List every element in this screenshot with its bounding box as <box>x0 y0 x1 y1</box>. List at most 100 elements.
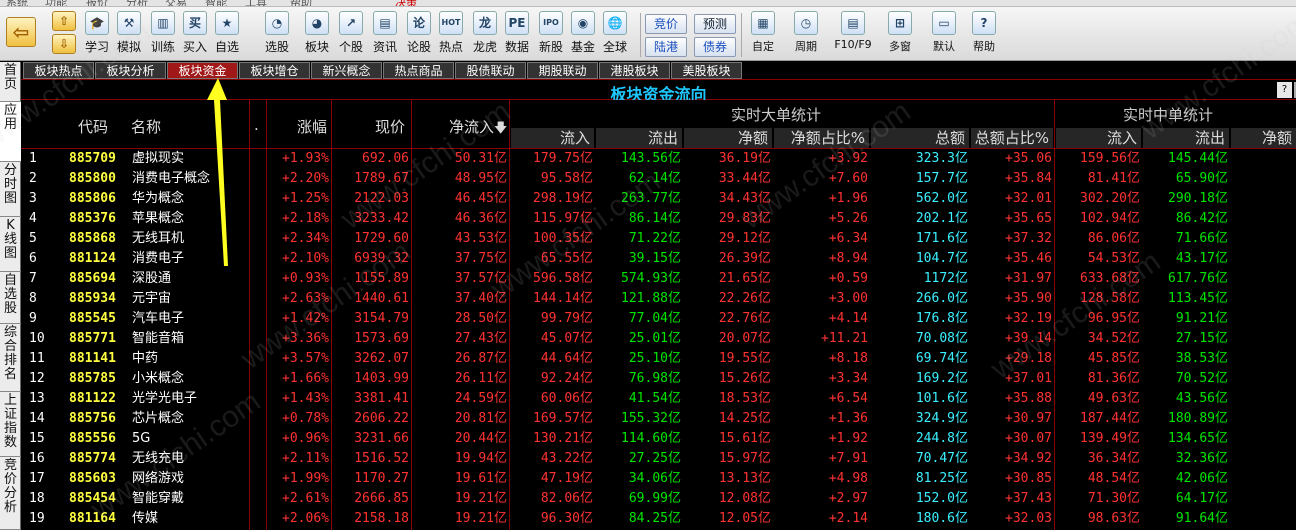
toolbar-ipo-button[interactable]: IPO 新股 <box>536 11 566 59</box>
toolbar-label: 自定 <box>752 40 774 53</box>
big-total: 1172亿 <box>923 271 968 286</box>
tab-3[interactable]: 板块增仓 <box>239 62 310 79</box>
forecast-button[interactable]: 预测 <box>694 14 736 34</box>
bond-button[interactable]: 债券 <box>694 37 736 57</box>
sidebar-item[interactable]: 综合排名 <box>0 324 21 392</box>
down-arrow-icon[interactable]: ⇩ <box>52 34 76 54</box>
subcol-mid-2[interactable]: 净额 <box>1230 128 1296 148</box>
toolbar-forum-button[interactable]: 论论股 <box>404 11 434 59</box>
table-row[interactable]: 10 885771 智能音箱 +3.36% 1573.69 27.43亿 45.07亿 25.… <box>21 329 1296 349</box>
back-button[interactable]: ⇦ <box>4 11 38 59</box>
col-change[interactable]: 涨幅 <box>297 116 327 137</box>
tab-2[interactable]: 板块资金 <box>167 62 238 79</box>
table-row[interactable]: 9 885545 汽车电子 +1.42% 3154.79 28.50亿 99.79亿 77.0… <box>21 309 1296 329</box>
tab-0[interactable]: 板块热点 <box>23 62 94 79</box>
toolbar-fund-button[interactable]: ◉ 基金 <box>568 11 598 59</box>
tab-8[interactable]: 港股板块 <box>599 62 670 79</box>
menu-item[interactable]: 分析 <box>126 0 148 6</box>
toolbar-custom-button[interactable]: ▦ 自定 <box>747 11 779 59</box>
col-net-inflow[interactable]: 净流入🡇 <box>449 116 507 141</box>
subcol-big-1[interactable]: 流出 <box>595 128 682 148</box>
menu-item[interactable]: 交易 <box>165 0 187 6</box>
menu-item[interactable]: 功能 <box>45 0 67 6</box>
menu-item[interactable]: 智能 <box>205 0 227 6</box>
toolbar-globe-button[interactable]: 🌐 全球 <box>600 11 630 59</box>
toolbar-dragon-tiger-button[interactable]: 龙龙虎 <box>470 11 500 59</box>
help-button[interactable]: ? <box>1277 82 1292 98</box>
table-row[interactable]: 18 885454 智能穿戴 +2.61% 2666.85 19.21亿 82.06亿 69.… <box>21 489 1296 509</box>
toolbar-f10-button[interactable]: ▤ F10/F9 <box>833 11 873 59</box>
menu-item[interactable]: 决策 <box>395 0 417 6</box>
table-row[interactable]: 8 885934 元宇宙 +2.63% 1440.61 37.40亿 144.14亿 121.… <box>21 289 1296 309</box>
toolbar-pe-data-button[interactable]: PE 数据 <box>502 11 532 59</box>
table-row[interactable]: 17 885603 网络游戏 +1.99% 1170.27 19.61亿 47.19亿 34.… <box>21 469 1296 489</box>
sidebar-item[interactable]: 竞价分析 <box>0 457 21 530</box>
toolbar-default-layout-button[interactable]: ▭ 默认 <box>928 11 960 59</box>
subcol-big-2[interactable]: 净额 <box>683 128 772 148</box>
sidebar-item[interactable]: K线图 <box>0 217 21 272</box>
table-row[interactable]: 12 885785 小米概念 +1.66% 1403.99 26.11亿 92.24亿 76.… <box>21 369 1296 389</box>
toolbar-buy-button[interactable]: 买买入 <box>180 11 210 59</box>
table-row[interactable]: 16 885774 无线充电 +2.11% 1516.52 19.94亿 43.22亿 27.… <box>21 449 1296 469</box>
toolbar-clock-button[interactable]: ◷ 周期 <box>790 11 822 59</box>
toolbar-screener-button[interactable]: ◔ 选股 <box>262 11 292 59</box>
sidebar-item[interactable]: 应用 <box>0 102 21 162</box>
candlestick-icon: ▥ <box>151 11 175 35</box>
subcol-mid-0[interactable]: 流入 <box>1055 128 1141 148</box>
mid-inflow: 139.49亿 <box>1080 431 1140 446</box>
hk-connect-button[interactable]: 陆港 <box>645 37 687 57</box>
toolbar-candlestick-button[interactable]: ▥ 训练 <box>148 11 178 59</box>
table-row[interactable]: 7 885694 深股通 +0.93% 1155.89 37.57亿 596.58亿 574.… <box>21 269 1296 289</box>
col-price[interactable]: 现价 <box>375 116 405 137</box>
menu-item[interactable]: 帮助 <box>290 0 312 6</box>
subcol-big-4[interactable]: 总额 <box>870 128 969 148</box>
big-inflow: 95.58亿 <box>540 171 593 186</box>
table-row[interactable]: 14 885756 芯片概念 +0.78% 2606.22 20.81亿 169.57亿 15… <box>21 409 1296 429</box>
tab-5[interactable]: 热点商品 <box>383 62 454 79</box>
subcol-mid-1[interactable]: 流出 <box>1142 128 1229 148</box>
auction-button[interactable]: 竞价 <box>645 14 687 34</box>
menu-item[interactable]: 系统 <box>6 0 28 6</box>
table-row[interactable]: 15 885556 5G +0.96% 3231.66 20.44亿 130.21亿 114.… <box>21 429 1296 449</box>
col-name[interactable]: 名称 <box>131 116 161 137</box>
toolbar-news-button[interactable]: ▤ 资讯 <box>370 11 400 59</box>
subcol-big-0[interactable]: 流入 <box>510 128 594 148</box>
sidebar-item[interactable]: 自选股 <box>0 272 21 324</box>
big-total-pct: +35.65 <box>1005 211 1052 226</box>
toolbar-line-chart-button[interactable]: ↗ 个股 <box>336 11 366 59</box>
menu-item[interactable]: 报价 <box>86 0 108 6</box>
mid-outflow: 145.44亿 <box>1168 151 1228 166</box>
toolbar-hot-button[interactable]: HOT 热点 <box>436 11 466 59</box>
table-row[interactable]: 11 881141 中药 +3.57% 3262.07 26.87亿 44.64亿 25.10… <box>21 349 1296 369</box>
big-total-pct: +35.46 <box>1005 251 1052 266</box>
col-code[interactable]: 代码 <box>78 116 108 137</box>
toolbar-star-list-button[interactable]: ★ 自选 <box>212 11 242 59</box>
tab-4[interactable]: 新兴概念 <box>311 62 382 79</box>
toolbar-help-button[interactable]: ? 帮助 <box>968 11 1000 59</box>
table-row[interactable]: 19 881164 传媒 +2.06% 2158.18 19.21亿 96.30亿 84.25… <box>21 509 1296 529</box>
mid-order-group-header: 实时中单统计 <box>1123 106 1214 124</box>
sidebar-item[interactable]: 上证指数 <box>0 392 21 457</box>
sidebar-item-label: 分时图 <box>3 163 17 206</box>
toolbar-multi-window-button[interactable]: ⊞ 多窗 <box>884 11 916 59</box>
tab-bar: 板块热点 板块分析 板块资金 板块增仓 新兴概念 热点商品 股债联动 期股联动 港股板块 美股板块 <box>21 62 1296 79</box>
sidebar-item[interactable]: 分时图 <box>0 162 21 217</box>
subcol-big-3[interactable]: 净额占比% <box>773 128 869 148</box>
tab-1[interactable]: 板块分析 <box>95 62 166 79</box>
col-dot[interactable]: . <box>254 116 259 134</box>
toolbar-mortarboard-button[interactable]: 🎓 学习 <box>82 11 112 59</box>
big-net: 15.26亿 <box>718 371 771 386</box>
menu-item[interactable]: 工具 <box>245 0 267 6</box>
up-arrow-icon[interactable]: ⇧ <box>52 11 76 31</box>
tab-9[interactable]: 美股板块 <box>671 62 742 79</box>
toolbar-gavel-button[interactable]: ⚒ 模拟 <box>114 11 144 59</box>
toolbar-pie-chart-button[interactable]: ◕ 板块 <box>302 11 332 59</box>
subcol-big-5[interactable]: 总额占比% <box>970 128 1053 148</box>
sidebar-item[interactable]: 首页 <box>0 62 21 102</box>
tab-7[interactable]: 期股联动 <box>527 62 598 79</box>
big-net: 22.76亿 <box>718 311 771 326</box>
table-row[interactable]: 13 881122 光学光电子 +1.43% 3381.41 24.59亿 60.06亿 41… <box>21 389 1296 409</box>
mid-inflow: 49.63亿 <box>1087 391 1140 406</box>
big-total-pct: +39.14 <box>1005 331 1052 346</box>
tab-6[interactable]: 股债联动 <box>455 62 526 79</box>
